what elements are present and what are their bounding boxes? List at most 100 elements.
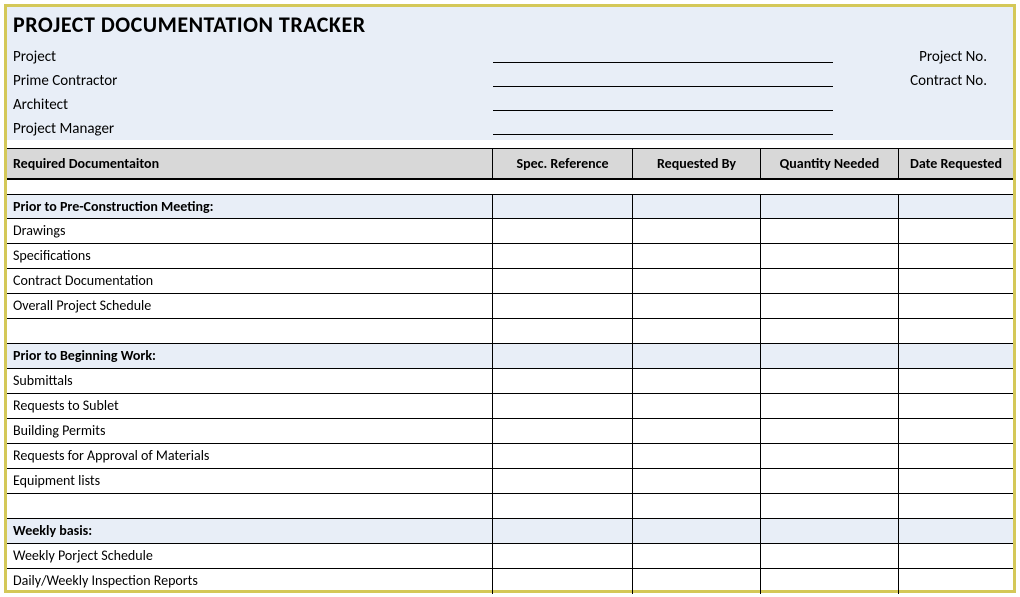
cell[interactable] — [761, 444, 899, 468]
cell[interactable] — [633, 519, 761, 543]
item-label: Specifications — [7, 244, 493, 268]
table-row: Daily/Weekly Inspection Reports — [7, 569, 1013, 594]
cell[interactable] — [899, 419, 1013, 443]
contract-no-label: Contract No. — [910, 72, 1007, 90]
project-label: Project — [13, 48, 143, 66]
cell[interactable] — [493, 394, 633, 418]
cell[interactable] — [633, 494, 761, 518]
cell[interactable] — [761, 369, 899, 393]
cell[interactable] — [899, 394, 1013, 418]
item-label: Submittals — [7, 369, 493, 393]
cell[interactable] — [633, 219, 761, 243]
cell[interactable] — [633, 444, 761, 468]
cell[interactable] — [761, 419, 899, 443]
cell[interactable] — [633, 544, 761, 568]
cell[interactable] — [761, 494, 899, 518]
table-row: Drawings — [7, 219, 1013, 244]
table-row: Requests for Approval of Materials — [7, 444, 1013, 469]
header-section: PROJECT DOCUMENTATION TRACKER Project Pr… — [7, 7, 1013, 140]
cell[interactable] — [493, 195, 633, 218]
item-label — [7, 319, 493, 343]
architect-input-line[interactable] — [493, 110, 833, 111]
cell[interactable] — [633, 195, 761, 218]
table-row: Specifications — [7, 244, 1013, 269]
project-manager-input-line[interactable] — [493, 134, 833, 135]
cell[interactable] — [633, 369, 761, 393]
item-label: Drawings — [7, 219, 493, 243]
cell[interactable] — [633, 269, 761, 293]
cell[interactable] — [899, 244, 1013, 268]
header-row-prime-contractor: Prime Contractor Contract No. — [13, 66, 1007, 90]
blank-row — [7, 180, 1013, 194]
cell[interactable] — [493, 369, 633, 393]
prime-contractor-input-line[interactable] — [493, 86, 833, 87]
section-heading-row: Prior to Pre-Construction Meeting: — [7, 194, 1013, 219]
cell[interactable] — [493, 419, 633, 443]
cell[interactable] — [493, 519, 633, 543]
cell[interactable] — [899, 219, 1013, 243]
cell[interactable] — [493, 244, 633, 268]
cell[interactable] — [761, 519, 899, 543]
cell[interactable] — [761, 195, 899, 218]
cell[interactable] — [493, 444, 633, 468]
cell[interactable] — [493, 494, 633, 518]
cell[interactable] — [899, 469, 1013, 493]
table-row — [7, 319, 1013, 344]
cell[interactable] — [899, 344, 1013, 368]
item-label: Requests to Sublet — [7, 394, 493, 418]
column-header-requested-by: Requested By — [633, 149, 761, 178]
cell[interactable] — [633, 394, 761, 418]
cell[interactable] — [761, 319, 899, 343]
cell[interactable] — [633, 319, 761, 343]
cell[interactable] — [493, 569, 633, 594]
cell[interactable] — [899, 494, 1013, 518]
cell[interactable] — [493, 544, 633, 568]
cell[interactable] — [899, 444, 1013, 468]
cell[interactable] — [899, 544, 1013, 568]
cell[interactable] — [899, 569, 1013, 594]
item-label: Daily/Weekly Inspection Reports — [7, 569, 493, 594]
cell[interactable] — [633, 344, 761, 368]
document-title: PROJECT DOCUMENTATION TRACKER — [13, 11, 1007, 38]
cell[interactable] — [493, 294, 633, 318]
section-heading: Prior to Beginning Work: — [7, 344, 493, 368]
cell[interactable] — [761, 469, 899, 493]
cell[interactable] — [899, 369, 1013, 393]
cell[interactable] — [633, 469, 761, 493]
column-header-documentation: Required Documentaiton — [7, 149, 493, 178]
cell[interactable] — [493, 469, 633, 493]
spacer — [7, 140, 1013, 148]
table-row: Contract Documentation — [7, 269, 1013, 294]
project-no-label: Project No. — [919, 48, 1007, 66]
cell[interactable] — [633, 244, 761, 268]
table-row: Submittals — [7, 369, 1013, 394]
cell[interactable] — [633, 419, 761, 443]
project-input-line[interactable] — [493, 62, 833, 63]
column-header-spec-reference: Spec. Reference — [493, 149, 633, 178]
cell[interactable] — [761, 219, 899, 243]
cell[interactable] — [493, 319, 633, 343]
cell[interactable] — [493, 344, 633, 368]
cell[interactable] — [899, 195, 1013, 218]
cell[interactable] — [761, 244, 899, 268]
cell[interactable] — [899, 294, 1013, 318]
section-heading-row: Prior to Beginning Work: — [7, 344, 1013, 369]
cell[interactable] — [761, 569, 899, 594]
cell[interactable] — [899, 269, 1013, 293]
cell[interactable] — [493, 269, 633, 293]
cell[interactable] — [761, 294, 899, 318]
document-tracker-container: PROJECT DOCUMENTATION TRACKER Project Pr… — [4, 4, 1016, 593]
cell[interactable] — [761, 394, 899, 418]
table-columns-header: Required Documentaiton Spec. Reference R… — [7, 148, 1013, 180]
cell[interactable] — [633, 569, 761, 594]
cell[interactable] — [633, 294, 761, 318]
cell[interactable] — [761, 269, 899, 293]
cell[interactable] — [761, 544, 899, 568]
column-header-date-requested: Date Requested — [899, 149, 1013, 178]
cell[interactable] — [493, 219, 633, 243]
item-label: Building Permits — [7, 419, 493, 443]
cell[interactable] — [899, 319, 1013, 343]
cell[interactable] — [899, 519, 1013, 543]
cell[interactable] — [761, 344, 899, 368]
section-heading: Prior to Pre-Construction Meeting: — [7, 195, 493, 218]
